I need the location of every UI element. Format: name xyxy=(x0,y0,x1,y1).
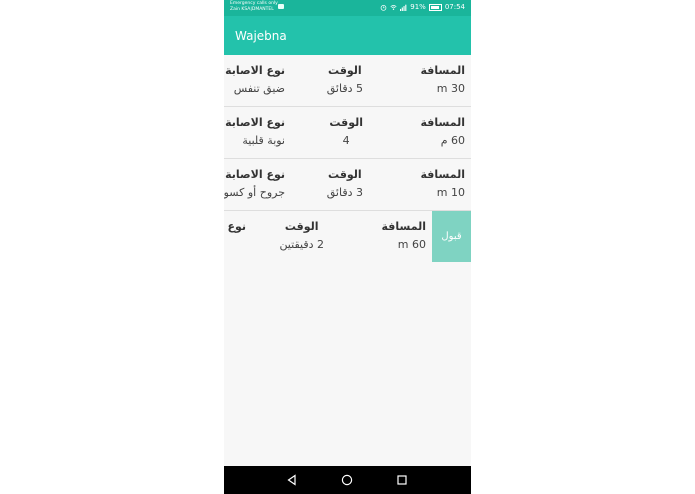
incident-row[interactable]: المسافة 30 m الوقت 5 دقائق نوع الاصابة ض… xyxy=(224,55,471,107)
app-bar: Wajebna xyxy=(224,16,471,55)
app-title: Wajebna xyxy=(235,29,287,43)
time-column: الوقت 2 دقيقتين xyxy=(279,220,324,252)
status-time: 07:54 xyxy=(444,3,465,11)
row-content: المسافة 10 m الوقت 3 دقائق نوع الاصابة ج… xyxy=(224,159,471,210)
distance-value: 10 m xyxy=(436,186,465,199)
time-value: 5 دقائق xyxy=(326,82,363,95)
time-header: الوقت xyxy=(328,168,362,181)
time-header: الوقت xyxy=(328,64,362,77)
injury-column: نوع الاصابة ضيق تنفس xyxy=(225,64,285,96)
row-content: المسافة 60 م الوقت 4 نوع الاصابة نوبة قل… xyxy=(224,107,471,158)
injury-column: نوع الاصابة نوبة قلبية xyxy=(225,116,285,148)
row-content: المسافة 30 m الوقت 5 دقائق نوع الاصابة ض… xyxy=(224,55,471,106)
injury-value: ضيق تنفس xyxy=(233,82,285,95)
distance-value: 60 م xyxy=(440,134,465,147)
distance-header: المسافة xyxy=(420,116,465,129)
time-value: 3 دقائق xyxy=(326,186,363,199)
time-value: 2 دقيقتين xyxy=(279,238,324,251)
alarm-icon xyxy=(380,4,387,11)
phone-screen: Emergency calls only Zain KSA|DMANTEL 91… xyxy=(224,0,471,494)
time-column: الوقت 3 دقائق xyxy=(327,168,363,200)
row-content: المسافة 60 m الوقت 2 دقيقتين نوع الاصابة xyxy=(224,211,432,262)
time-header: الوقت xyxy=(329,116,363,129)
injury-value: جروح أو كسور xyxy=(224,186,285,199)
incident-row[interactable]: المسافة 60 م الوقت 4 نوع الاصابة نوبة قل… xyxy=(224,107,471,159)
distance-column: المسافة 60 م xyxy=(421,116,465,148)
battery-percent: 91% xyxy=(410,3,426,11)
battery-icon xyxy=(428,3,442,11)
distance-header: المسافة xyxy=(420,168,465,181)
time-column: الوقت 5 دقائق xyxy=(327,64,363,96)
distance-header: المسافة xyxy=(420,64,465,77)
injury-header: نوع الاصابة xyxy=(224,220,246,233)
injury-column: نوع الاصابة xyxy=(224,220,246,238)
distance-column: المسافة 30 m xyxy=(421,64,465,96)
signal-icon xyxy=(400,4,407,11)
distance-column: المسافة 60 m xyxy=(382,220,426,252)
incident-row[interactable]: المسافة 10 m الوقت 3 دقائق نوع الاصابة ج… xyxy=(224,159,471,211)
incident-list: المسافة 30 m الوقت 5 دقائق نوع الاصابة ض… xyxy=(224,55,471,262)
injury-column: نوع الاصابة جروح أو كسور xyxy=(224,168,285,200)
injury-value: نوبة قلبية xyxy=(242,134,285,147)
distance-header: المسافة xyxy=(381,220,426,233)
notification-icon xyxy=(278,4,284,9)
distance-value: 60 m xyxy=(397,238,426,251)
time-column: الوقت 4 xyxy=(329,116,363,148)
wifi-icon xyxy=(390,4,397,10)
injury-header: نوع الاصابة xyxy=(225,116,285,129)
back-icon[interactable] xyxy=(286,474,298,486)
carrier-line1: Emergency calls only xyxy=(230,1,278,6)
carrier-info: Emergency calls only Zain KSA|DMANTEL xyxy=(230,1,284,12)
status-indicators: 91% 07:54 xyxy=(380,3,465,11)
home-icon[interactable] xyxy=(341,474,353,486)
distance-value: 30 m xyxy=(436,82,465,95)
distance-column: المسافة 10 m xyxy=(421,168,465,200)
status-bar: Emergency calls only Zain KSA|DMANTEL 91… xyxy=(224,0,471,16)
navigation-bar xyxy=(224,466,471,494)
carrier-line2: Zain KSA|DMANTEL xyxy=(230,6,274,12)
time-header: الوقت xyxy=(284,220,319,233)
incident-row-swiped[interactable]: قبول المسافة 60 m الوقت 2 دقيقتين نوع ال… xyxy=(224,211,471,262)
injury-header: نوع الاصابة xyxy=(225,64,285,77)
recent-apps-icon[interactable] xyxy=(396,474,408,486)
time-value: 4 xyxy=(342,134,350,147)
accept-button[interactable]: قبول xyxy=(432,211,471,262)
injury-header: نوع الاصابة xyxy=(225,168,285,181)
